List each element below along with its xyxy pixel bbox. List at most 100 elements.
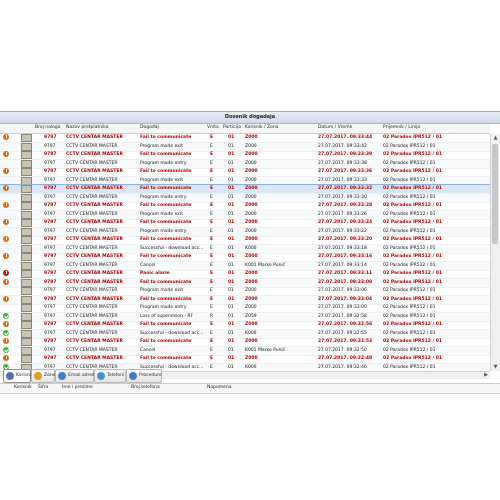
cell-prijemnik: 02 Paradox IPR512 / 01: [383, 330, 436, 336]
cell-korisnik: K001 Marko Punić: [245, 262, 286, 268]
cell-dogadaj: Successful - download acc...: [140, 330, 204, 336]
camera-snapshot-icon[interactable]: [21, 287, 32, 295]
cell-datum: 27.07.2017. 09:32:58: [318, 313, 367, 319]
cell-particija: 01: [228, 177, 234, 183]
camera-snapshot-icon[interactable]: [21, 355, 32, 363]
cell-particija: 01: [228, 160, 234, 166]
cell-korisnik: Z000: [245, 211, 257, 217]
col-korisnik-zona[interactable]: Korisnik / Zona: [245, 125, 278, 130]
camera-snapshot-icon[interactable]: [21, 176, 32, 185]
cell-korisnik: Z000: [245, 186, 258, 191]
camera-snapshot-icon[interactable]: [21, 134, 32, 142]
col-broj-naloga[interactable]: Broj naloga: [35, 125, 61, 130]
col-datum-vreme[interactable]: Datum / Vreme: [318, 125, 352, 130]
camera-snapshot-icon[interactable]: [21, 338, 32, 346]
cell-prijemnik: 02 Paradox IPR512 / 01: [383, 339, 442, 344]
cell-broj: 9797: [44, 254, 57, 259]
camera-snapshot-icon[interactable]: [21, 236, 32, 244]
cell-korisnik: Z000: [245, 322, 258, 327]
cell-datum: 27.07.2017. 09:33:32: [318, 186, 373, 191]
tab-telefoni[interactable]: Telefoni: [94, 369, 126, 383]
cell-dogadaj: Cancel: [140, 262, 156, 268]
tab-zone[interactable]: Zone: [31, 369, 55, 383]
scroll-up-icon[interactable]: ▲: [491, 134, 500, 142]
camera-snapshot-icon[interactable]: [21, 253, 32, 261]
camera-snapshot-icon[interactable]: [21, 159, 32, 168]
cell-korisnik: Z000: [245, 177, 257, 183]
col-particija[interactable]: Particija: [223, 125, 241, 130]
col-korisnik[interactable]: Korisnik: [14, 385, 32, 390]
tab-korisnici[interactable]: Korisnici: [3, 369, 35, 383]
zone-icon: [34, 372, 42, 380]
tab-label: Email adrese: [68, 373, 98, 378]
col-naziv[interactable]: Nazov pretplatnika: [66, 125, 109, 130]
table-header: Broj naloga Nazov pretplatnika Događaj V…: [0, 124, 490, 134]
cell-particija: 01: [228, 135, 235, 140]
camera-snapshot-icon[interactable]: [21, 346, 32, 355]
camera-snapshot-icon[interactable]: [21, 168, 32, 176]
cell-broj: 9797: [44, 288, 56, 293]
camera-snapshot-icon[interactable]: [21, 244, 32, 253]
camera-snapshot-icon[interactable]: [21, 295, 32, 304]
cell-dogadaj: Program mode entry: [140, 228, 187, 234]
cell-dogadaj: Program mode exit: [140, 288, 183, 293]
camera-snapshot-icon[interactable]: [21, 202, 32, 210]
cell-dogadaj: Panic alarm: [140, 271, 170, 276]
cell-prijemnik: 02 Paradox IPR512 / 01: [383, 186, 442, 191]
cell-datum: 27.07.2017. 09:32:56: [318, 322, 373, 327]
cell-datum: 27.07.2017. 09:33:18: [318, 245, 367, 251]
col-ime-prezime[interactable]: Ime i prezime: [62, 385, 93, 390]
cell-vrsta: E: [210, 186, 214, 191]
cell-prijemnik: 02 Paradox IPR512 / 01: [383, 271, 442, 276]
cell-particija: 01: [228, 143, 234, 149]
warning-status-icon: [3, 185, 9, 191]
vertical-scrollbar[interactable]: ▲ ▼: [490, 134, 500, 371]
cell-particija: 01: [228, 203, 235, 208]
cell-broj: 9797: [44, 322, 57, 327]
cell-vrsta: E: [210, 339, 214, 344]
camera-snapshot-icon[interactable]: [21, 304, 32, 312]
cell-datum: 27.07.2017. 09:32:50: [318, 347, 367, 353]
col-broj-telefona[interactable]: Broj telefona: [131, 385, 160, 390]
cell-datum: 27.07.2017. 09:33:36: [318, 169, 373, 174]
cell-datum: 27.07.2017. 09:32:55: [318, 330, 367, 336]
cell-korisnik: Z000: [245, 169, 258, 174]
col-prijemnik-linija[interactable]: Prijemnik / Linija: [383, 125, 420, 130]
tab-email-adrese[interactable]: Email adrese: [55, 369, 98, 383]
phone-icon: [97, 372, 105, 380]
camera-snapshot-icon[interactable]: [21, 278, 32, 287]
warning-status-icon: [3, 338, 9, 344]
col-vrsta[interactable]: Vrsta: [207, 125, 219, 130]
warning-status-icon: [3, 219, 9, 225]
cell-prijemnik: 02 Paradox IPR512 / 01: [383, 279, 442, 285]
camera-snapshot-icon[interactable]: [21, 227, 32, 236]
cell-particija: 01: [228, 245, 234, 251]
cell-broj: 9797: [44, 271, 57, 276]
camera-snapshot-icon[interactable]: [21, 270, 32, 278]
col-sifra[interactable]: Šifra: [38, 385, 48, 390]
cell-broj: 9797: [44, 143, 56, 149]
scroll-thumb[interactable]: [492, 144, 498, 244]
camera-snapshot-icon[interactable]: [21, 219, 32, 227]
cell-vrsta: E: [210, 254, 214, 259]
col-napomena[interactable]: Napomena: [207, 385, 232, 390]
camera-snapshot-icon[interactable]: [21, 321, 32, 329]
camera-snapshot-icon[interactable]: [21, 312, 32, 321]
cell-dogadaj: Fail to communicate: [140, 237, 192, 242]
cell-broj: 9797: [44, 356, 57, 361]
camera-snapshot-icon[interactable]: [21, 210, 32, 219]
camera-snapshot-icon[interactable]: [21, 151, 32, 159]
camera-snapshot-icon[interactable]: [21, 185, 32, 193]
camera-snapshot-icon[interactable]: [21, 142, 32, 151]
tab-procedure[interactable]: Procedure: [126, 369, 162, 383]
cell-datum: 27.07.2017. 09:33:06: [318, 288, 367, 293]
camera-snapshot-icon[interactable]: [21, 329, 32, 338]
cell-korisnik: Z000: [245, 279, 258, 285]
col-dogadaj[interactable]: Događaj: [140, 125, 159, 130]
cell-datum: 27.07.2017. 09:33:04: [318, 296, 373, 302]
warning-status-icon: [3, 236, 9, 242]
camera-snapshot-icon[interactable]: [21, 261, 32, 270]
cell-naziv: CCTV CENTAR MASTER: [66, 262, 118, 268]
cell-broj: 9797: [44, 186, 57, 191]
camera-snapshot-icon[interactable]: [21, 193, 32, 202]
